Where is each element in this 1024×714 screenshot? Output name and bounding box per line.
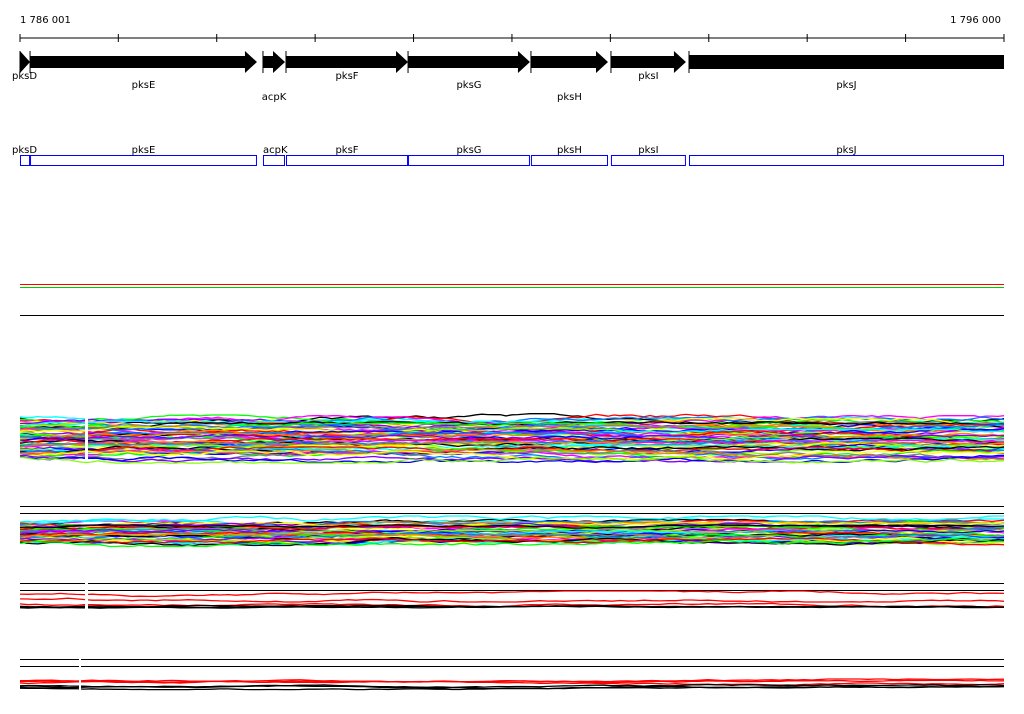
coverage-trace [19, 590, 1005, 598]
gene-arrow-shape[interactable] [688, 55, 1004, 69]
gene-label: pksE [132, 80, 156, 91]
track-gap [79, 655, 81, 693]
gene-box[interactable] [286, 155, 409, 166]
gene-box-label: pksE [132, 145, 156, 156]
gene-box-pksF[interactable]: pksF [286, 145, 409, 166]
gene-box-pksI[interactable]: pksI [610, 145, 686, 166]
gene-arrow-pksE[interactable]: pksE [29, 51, 257, 91]
gene-arrow-pksF[interactable]: pksF [285, 51, 409, 82]
gene-arrow-shape[interactable] [30, 51, 257, 73]
gene-label: pksI [638, 71, 658, 82]
coverage-tracks[interactable] [19, 284, 1005, 694]
gene-box-pksE[interactable]: pksE [30, 145, 257, 166]
ruler-start-label: 1 786 001 [20, 15, 71, 26]
gene-arrow-shape[interactable] [286, 51, 409, 73]
gene-box-pksJ[interactable]: pksJ [688, 145, 1004, 166]
gene-arrow-pksH[interactable]: pksH [530, 51, 608, 103]
gene-arrow-track[interactable]: pksD pksE acpK pksF pksG pksH pksI pksJ [12, 51, 1004, 103]
gene-box[interactable] [408, 155, 530, 166]
gene-box-track[interactable]: pksD pksE acpK pksF pksG pksH pksI pksJ [12, 145, 1004, 166]
gene-box-label: acpK [263, 145, 288, 156]
track-gap [85, 578, 88, 613]
ruler-end-label: 1 796 000 [950, 15, 1001, 26]
gene-box[interactable] [20, 155, 31, 166]
gene-arrow-pksJ[interactable]: pksJ [688, 51, 1004, 91]
gene-arrow-shape[interactable] [262, 51, 286, 73]
coverage-trace [19, 597, 1005, 603]
gene-arrow-shape[interactable] [610, 51, 686, 73]
gene-arrow-shape[interactable] [408, 51, 530, 73]
genome-browser-view[interactable]: 1 786 001 1 796 000 pksD pksE acpK pksF pksG… [0, 0, 1024, 714]
gene-box-label: pksI [638, 145, 658, 156]
gene-label: pksF [335, 71, 358, 82]
gene-box-pksH[interactable]: pksH [530, 145, 608, 166]
gene-box[interactable] [30, 155, 257, 166]
gene-label: pksJ [836, 80, 856, 91]
gene-box[interactable] [530, 155, 608, 166]
gene-arrow-shape[interactable] [530, 51, 608, 73]
track-gap [85, 410, 88, 460]
gene-box-label: pksG [456, 145, 481, 156]
gene-box-pksG[interactable]: pksG [408, 145, 530, 166]
gene-arrow-pksI[interactable]: pksI [610, 51, 686, 82]
gene-box-label: pksF [335, 145, 358, 156]
gene-arrow-acpK[interactable]: acpK [262, 51, 287, 103]
gene-box-label: pksH [557, 145, 582, 156]
gene-box[interactable] [688, 155, 1004, 166]
gene-box-label: pksD [12, 145, 37, 156]
gene-arrow-pksG[interactable]: pksG [407, 51, 530, 91]
gene-label: pksD [12, 71, 37, 82]
gene-label: pksG [456, 80, 481, 91]
gene-box-label: pksJ [836, 145, 856, 156]
gene-box[interactable] [610, 155, 686, 166]
coordinate-ruler: 1 786 001 1 796 000 [19, 15, 1005, 42]
gene-box-acpK[interactable]: acpK [262, 145, 288, 166]
gene-label: acpK [262, 92, 287, 103]
gene-box[interactable] [262, 155, 286, 166]
gene-label: pksH [557, 92, 582, 103]
gene-arrow-shape[interactable] [20, 51, 31, 73]
